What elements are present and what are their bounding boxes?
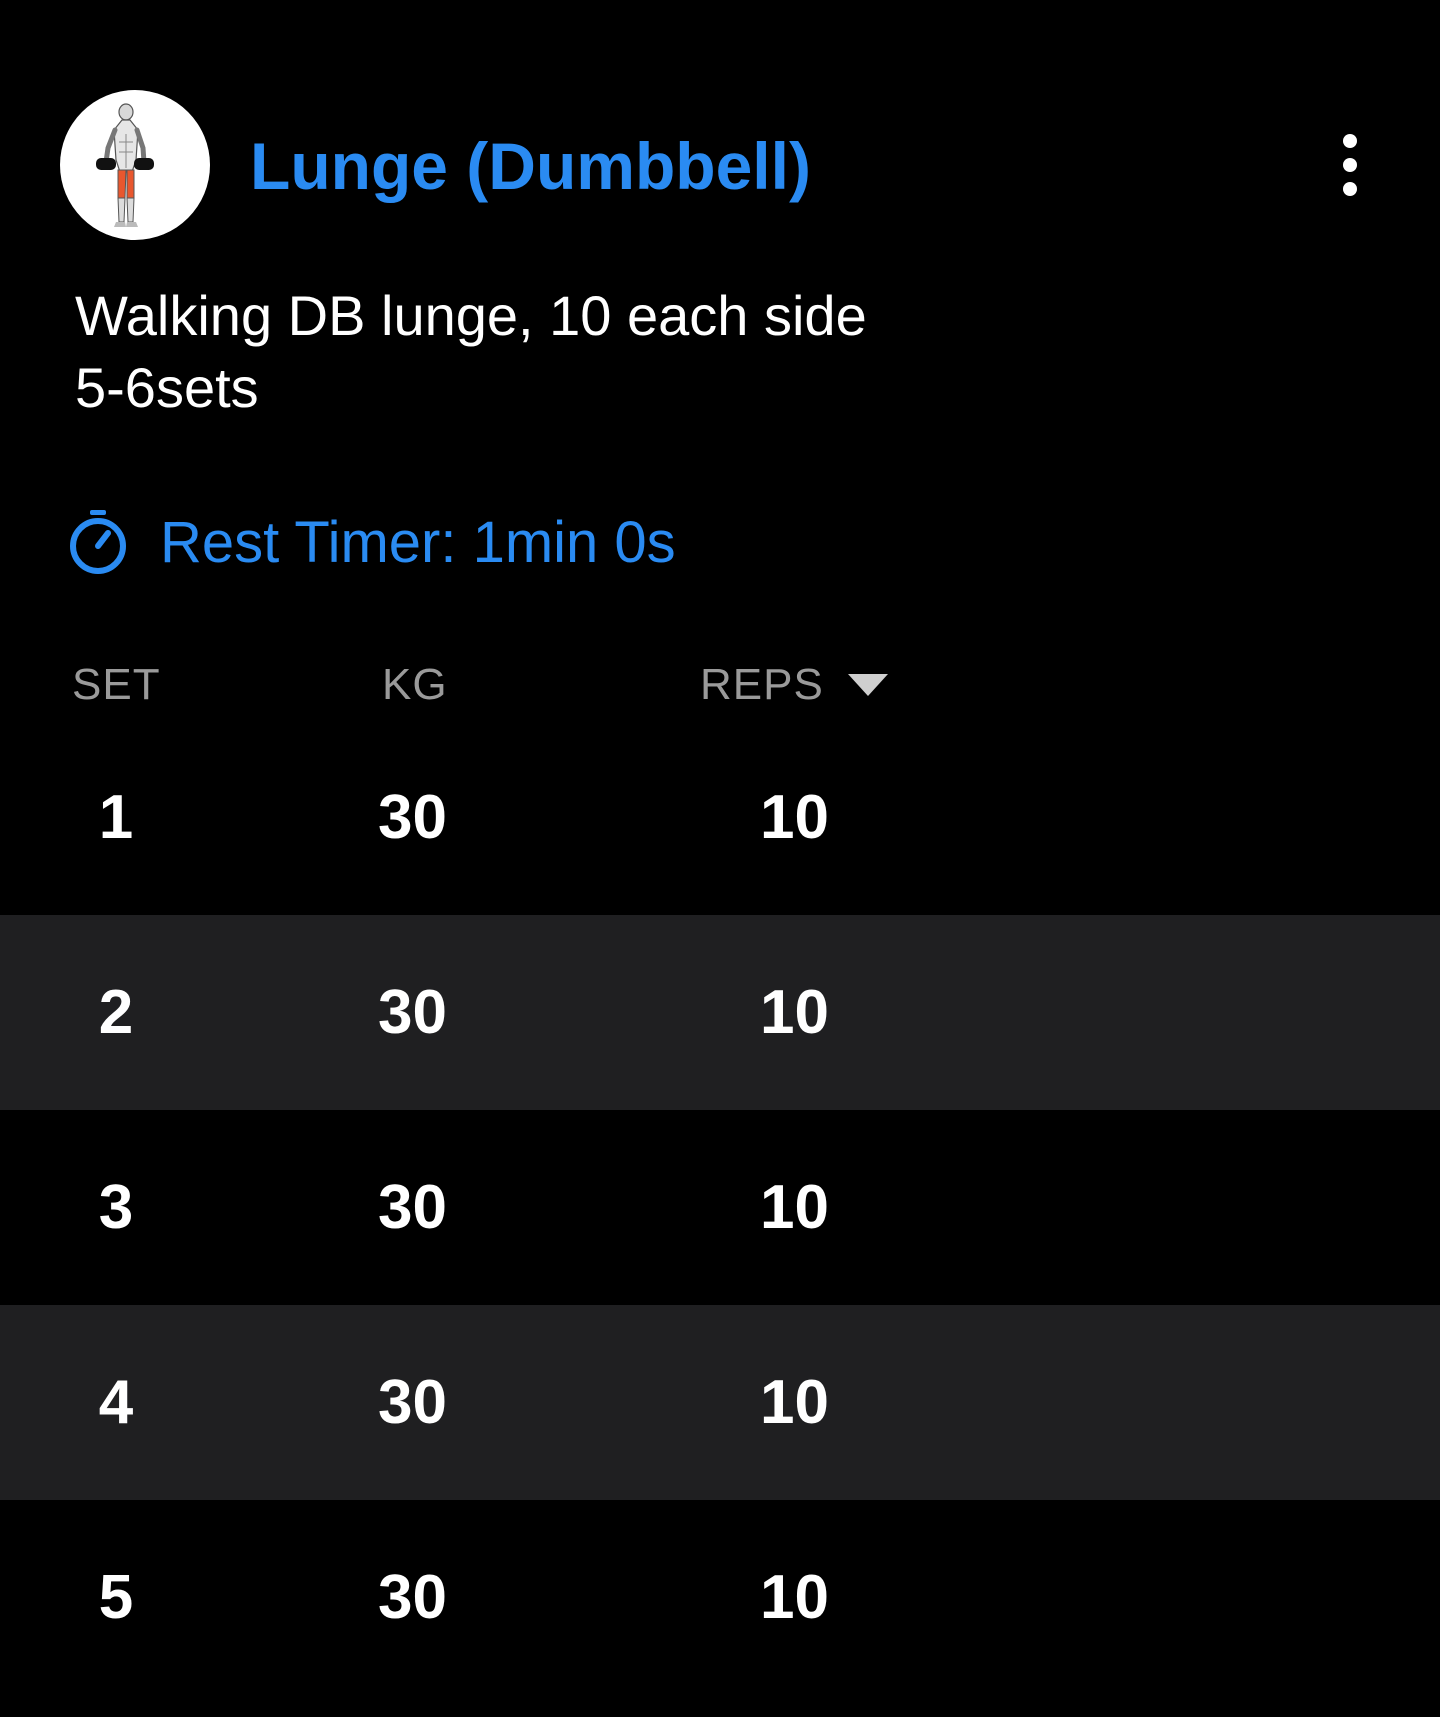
exercise-header: Lunge (Dumbbell) bbox=[60, 90, 1380, 240]
set-weight[interactable]: 30 bbox=[378, 1110, 447, 1305]
column-header-kg: KG bbox=[382, 660, 448, 709]
set-number: 3 bbox=[98, 1173, 134, 1242]
notes-line-2: 5-6sets bbox=[75, 356, 259, 419]
set-reps[interactable]: 10 bbox=[760, 720, 829, 915]
more-vertical-icon bbox=[1343, 134, 1357, 148]
set-row[interactable]: 4 30 10 bbox=[0, 1305, 1440, 1500]
rest-timer-button[interactable]: Rest Timer: 1min 0s bbox=[66, 504, 676, 580]
column-header-set: SET bbox=[72, 660, 161, 709]
sets-table: 1 30 10 2 30 10 3 30 10 4 30 10 5 30 10 bbox=[0, 720, 1440, 1695]
set-weight[interactable]: 30 bbox=[378, 1305, 447, 1500]
stopwatch-icon bbox=[70, 510, 126, 574]
exercise-lunge-illustration-icon bbox=[96, 103, 154, 227]
column-header-reps-label: REPS bbox=[700, 660, 824, 709]
set-row[interactable]: 5 30 10 bbox=[0, 1500, 1440, 1695]
set-number: 2 bbox=[98, 978, 134, 1047]
more-options-button[interactable] bbox=[1320, 120, 1380, 210]
set-reps[interactable]: 10 bbox=[760, 1110, 829, 1305]
exercise-title[interactable]: Lunge (Dumbbell) bbox=[250, 128, 811, 204]
set-row[interactable]: 2 30 10 bbox=[0, 915, 1440, 1110]
set-reps[interactable]: 10 bbox=[760, 1305, 829, 1500]
rest-timer-label: Rest Timer: 1min 0s bbox=[160, 509, 676, 575]
set-weight[interactable]: 30 bbox=[378, 915, 447, 1110]
set-number: 5 bbox=[98, 1563, 134, 1632]
exercise-notes[interactable]: Walking DB lunge, 10 each side 5-6sets bbox=[75, 280, 867, 424]
dropdown-arrow-icon bbox=[847, 674, 888, 696]
set-number: 1 bbox=[98, 783, 134, 852]
set-weight[interactable]: 30 bbox=[378, 1500, 447, 1695]
set-weight[interactable]: 30 bbox=[378, 720, 447, 915]
set-reps[interactable]: 10 bbox=[760, 1500, 829, 1695]
set-row[interactable]: 1 30 10 bbox=[0, 720, 1440, 915]
set-reps[interactable]: 10 bbox=[760, 915, 829, 1110]
set-number: 4 bbox=[98, 1368, 134, 1437]
exercise-thumbnail[interactable] bbox=[60, 90, 210, 240]
set-row[interactable]: 3 30 10 bbox=[0, 1110, 1440, 1305]
column-header-reps[interactable]: REPS bbox=[700, 655, 888, 715]
notes-line-1: Walking DB lunge, 10 each side bbox=[75, 284, 867, 347]
